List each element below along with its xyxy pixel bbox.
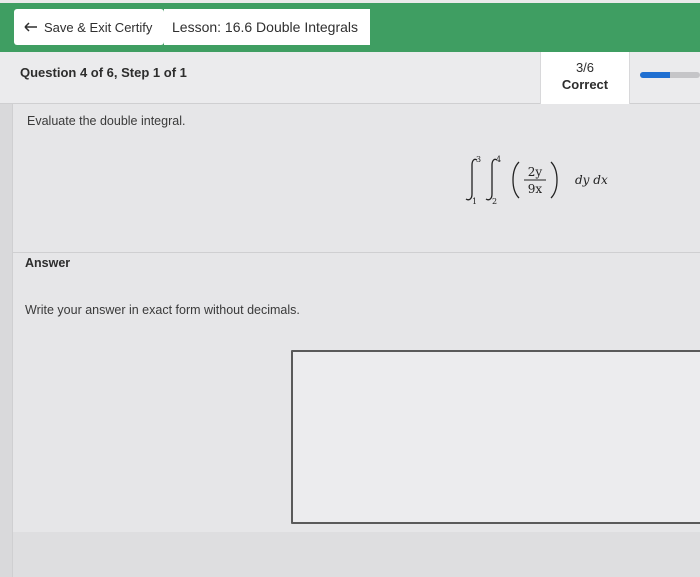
inner-upper-limit: 4 bbox=[496, 155, 501, 164]
outer-integral-sign bbox=[465, 158, 478, 201]
double-integral-expression: 3 1 4 2 2y 9x dy dx bbox=[465, 155, 608, 206]
question-title: Question 4 of 6, Step 1 of 1 bbox=[20, 65, 187, 80]
score-status: Correct bbox=[561, 77, 609, 92]
top-bar: Save & Exit Certify Lesson: 16.6 Double … bbox=[0, 0, 700, 52]
score-fraction: 3/6 bbox=[575, 60, 595, 75]
arrow-left-icon bbox=[24, 22, 37, 32]
save-exit-label: Save & Exit Certify bbox=[44, 19, 153, 35]
question-prompt: Evaluate the double integral. bbox=[27, 114, 186, 128]
answer-input-field[interactable] bbox=[291, 350, 700, 524]
progress-bar bbox=[640, 72, 700, 78]
outer-lower-limit: 1 bbox=[472, 197, 477, 206]
inner-integral-sign bbox=[485, 158, 498, 201]
section-divider bbox=[13, 252, 700, 253]
answer-instructions: Write your answer in exact form without … bbox=[25, 303, 300, 317]
lesson-title: Lesson: 16.6 Double Integrals bbox=[164, 9, 370, 45]
fraction-numerator: 2y bbox=[528, 165, 543, 179]
question-content: Evaluate the double integral. 3 1 4 2 2y… bbox=[12, 104, 700, 577]
outer-upper-limit: 3 bbox=[476, 155, 481, 164]
progress-fill bbox=[640, 72, 670, 78]
score-box: 3/6 Correct bbox=[540, 52, 630, 104]
save-exit-button[interactable]: Save & Exit Certify bbox=[14, 9, 164, 45]
answer-label: Answer bbox=[25, 256, 71, 270]
inner-lower-limit: 2 bbox=[492, 197, 497, 206]
differentials: dy dx bbox=[575, 173, 608, 187]
fraction-denominator: 9x bbox=[528, 182, 543, 196]
right-paren bbox=[550, 161, 558, 199]
question-bar: Question 4 of 6, Step 1 of 1 3/6 Correct bbox=[0, 52, 700, 104]
left-paren bbox=[512, 161, 520, 199]
bottom-strip bbox=[13, 532, 700, 577]
